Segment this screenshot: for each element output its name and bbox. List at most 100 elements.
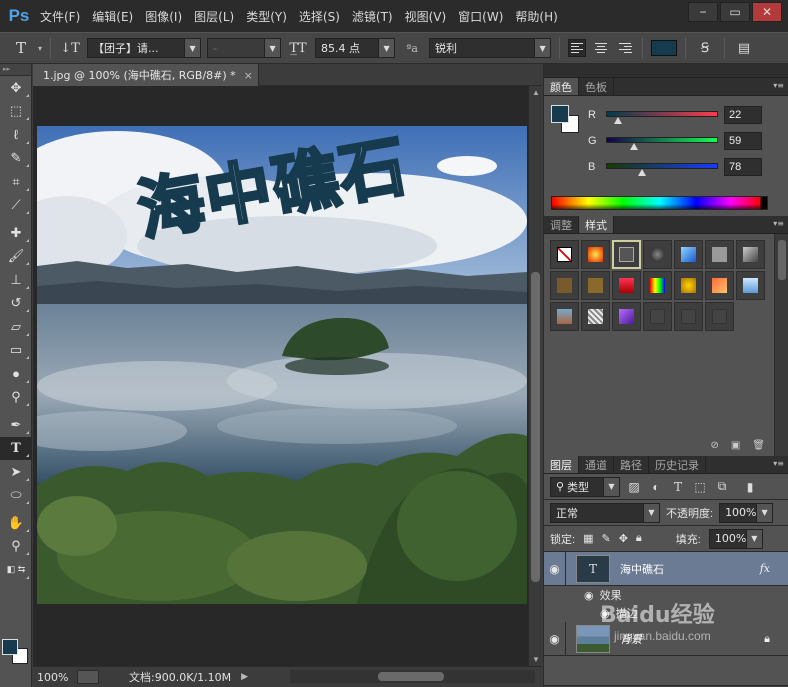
default-colors-icon[interactable]: ◧ ⇆ — [0, 558, 32, 582]
tab-swatches[interactable]: 色板 — [579, 78, 614, 95]
align-center-button[interactable] — [592, 39, 610, 57]
green-slider[interactable] — [606, 137, 718, 143]
new-style-icon[interactable]: ▣ — [731, 440, 740, 456]
blur-tool-icon[interactable]: ● — [0, 362, 32, 386]
style-preset[interactable] — [674, 302, 703, 331]
background-layer-thumbnail[interactable] — [576, 624, 610, 653]
menu-type[interactable]: 类型(Y) — [246, 8, 287, 25]
styles-scrollbar[interactable] — [774, 234, 788, 456]
layer-filter-select[interactable]: ⚲ 类型 ▼ — [550, 476, 620, 497]
menu-filter[interactable]: 滤镜(T) — [352, 8, 393, 25]
eyedropper-tool-icon[interactable]: ⟋ — [0, 194, 32, 218]
healing-brush-tool-icon[interactable]: ✚ — [0, 221, 32, 245]
scroll-down-icon[interactable]: ▼ — [532, 655, 540, 664]
align-right-button[interactable] — [616, 39, 634, 57]
foreground-color-swatch[interactable] — [551, 105, 569, 123]
layer-row-text[interactable]: ◉ T 海中礁石 fx — [544, 552, 788, 586]
layer-effect-stroke-row[interactable]: ◉ 描边 — [544, 604, 788, 622]
clear-style-icon[interactable]: ⊘ — [710, 440, 718, 456]
red-value-input[interactable]: 22 — [724, 106, 762, 124]
menu-window[interactable]: 窗口(W) — [458, 8, 503, 25]
blue-value-input[interactable]: 78 — [724, 158, 762, 176]
blue-slider[interactable] — [606, 163, 718, 169]
style-preset[interactable] — [736, 271, 765, 300]
status-icon[interactable] — [77, 670, 99, 684]
eye-icon[interactable]: ◉ — [544, 622, 566, 655]
style-preset[interactable] — [705, 302, 734, 331]
pen-tool-icon[interactable]: ✒ — [0, 413, 32, 437]
text-layer-thumbnail[interactable]: T — [576, 554, 610, 583]
blue-slider-knob[interactable] — [638, 169, 646, 176]
font-size-select[interactable]: 85.4 点 ▼ — [315, 38, 396, 58]
crop-tool-icon[interactable]: ⌗ — [0, 170, 32, 194]
filter-pixel-icon[interactable]: ▨ — [626, 479, 642, 495]
scroll-thumb[interactable] — [778, 240, 786, 280]
type-tool-icon[interactable]: T — [0, 436, 32, 460]
character-panel-icon[interactable]: ▤ — [733, 37, 755, 59]
style-preset[interactable] — [612, 302, 641, 331]
layer-effects-row[interactable]: ◉ 效果 — [544, 586, 788, 604]
lock-pixels-icon[interactable]: ✎ — [601, 532, 610, 545]
panel-menu-icon[interactable]: ▾≡ — [773, 81, 784, 90]
red-slider[interactable] — [606, 111, 718, 117]
zoom-level[interactable]: 100% — [33, 671, 77, 684]
close-icon[interactable]: × — [244, 69, 253, 82]
hand-tool-icon[interactable]: ✋ — [0, 511, 32, 535]
menu-edit[interactable]: 编辑(E) — [92, 8, 133, 25]
fx-icon[interactable]: fx — [760, 562, 770, 575]
minimize-button[interactable]: − — [688, 2, 718, 22]
menu-image[interactable]: 图像(I) — [145, 8, 182, 25]
eye-icon[interactable]: ◉ — [584, 589, 594, 602]
eye-icon[interactable]: ◉ — [544, 552, 566, 585]
lock-all-icon[interactable]: 🔒︎ — [636, 532, 642, 545]
lock-position-icon[interactable]: ✥ — [619, 532, 628, 545]
chevron-right-icon[interactable]: ▶ — [241, 672, 248, 682]
trash-icon[interactable]: 🗑︎ — [752, 440, 765, 456]
clone-stamp-tool-icon[interactable]: ⊥ — [0, 268, 32, 292]
layer-name[interactable]: 海中礁石 — [620, 561, 664, 577]
style-preset[interactable] — [705, 271, 734, 300]
menu-select[interactable]: 选择(S) — [299, 8, 340, 25]
restore-button[interactable]: ▭ — [720, 2, 750, 22]
lock-transparent-icon[interactable]: ▦ — [583, 532, 593, 545]
style-preset[interactable] — [581, 271, 610, 300]
quick-select-tool-icon[interactable]: ✎ — [0, 147, 32, 171]
tab-history[interactable]: 历史记录 — [649, 456, 706, 473]
canvas-area[interactable]: 海中礁石 — [33, 86, 542, 666]
eraser-tool-icon[interactable]: ▱ — [0, 315, 32, 339]
marquee-tool-icon[interactable]: ⬚ — [0, 100, 32, 124]
warp-text-icon[interactable]: Ꞩ — [694, 37, 716, 59]
blend-mode-select[interactable]: 正常 ▼ — [550, 502, 660, 523]
history-brush-tool-icon[interactable]: ↺ — [0, 292, 32, 316]
tab-styles[interactable]: 样式 — [579, 216, 614, 233]
align-left-button[interactable] — [568, 39, 587, 57]
lasso-tool-icon[interactable]: ℓ — [0, 123, 32, 147]
vertical-scrollbar[interactable]: ▲ ▼ — [528, 86, 542, 666]
style-preset[interactable] — [736, 240, 765, 269]
document-canvas[interactable]: 海中礁石 — [37, 126, 527, 604]
toggle-text-orientation-icon[interactable]: ↓T — [59, 37, 81, 59]
style-preset-none[interactable] — [550, 240, 579, 269]
tab-color[interactable]: 颜色 — [544, 78, 579, 95]
style-preset[interactable] — [581, 302, 610, 331]
foreground-color-swatch[interactable] — [2, 639, 18, 655]
antialias-select[interactable]: 锐利 ▼ — [429, 38, 552, 58]
eye-icon[interactable]: ◉ — [600, 607, 610, 620]
color-spectrum-ramp[interactable] — [551, 196, 768, 210]
menu-file[interactable]: 文件(F) — [40, 8, 80, 25]
style-preset[interactable] — [674, 240, 703, 269]
tab-paths[interactable]: 路径 — [614, 456, 649, 473]
tab-channels[interactable]: 通道 — [579, 456, 614, 473]
style-preset[interactable] — [705, 240, 734, 269]
dodge-tool-icon[interactable]: ⚲ — [0, 386, 32, 410]
style-preset[interactable] — [643, 271, 672, 300]
style-preset[interactable] — [581, 240, 610, 269]
font-family-select[interactable]: 【团子】请... ▼ — [87, 38, 202, 58]
menu-layer[interactable]: 图层(L) — [194, 8, 234, 25]
zoom-tool-icon[interactable]: ⚲ — [0, 535, 32, 559]
filter-toggle-icon[interactable]: ▮ — [742, 479, 758, 495]
red-slider-knob[interactable] — [614, 117, 622, 124]
layer-name[interactable]: 背景 — [620, 631, 642, 647]
style-preset[interactable] — [550, 302, 579, 331]
opacity-input[interactable]: 100% ▼ — [719, 502, 774, 523]
